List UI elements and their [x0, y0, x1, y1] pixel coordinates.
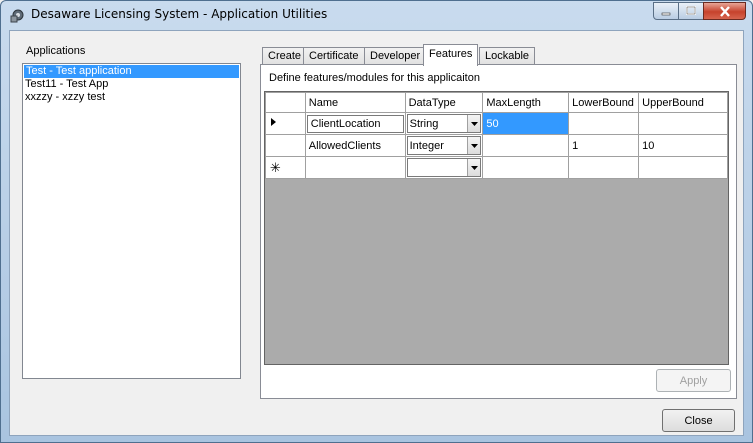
- tab-certificate[interactable]: Certificate: [303, 47, 365, 65]
- list-item[interactable]: xxzzy - xzzy test: [23, 91, 240, 104]
- tab-developer[interactable]: Developer: [364, 47, 427, 65]
- maximize-button[interactable]: [678, 2, 704, 20]
- features-description: Define features/modules for this applica…: [269, 72, 480, 84]
- column-header-upperbound[interactable]: UpperBound: [638, 92, 728, 113]
- features-panel: Define features/modules for this applica…: [260, 64, 737, 399]
- cell-datatype[interactable]: Integer: [404, 134, 484, 157]
- applications-label: Applications: [26, 45, 86, 57]
- dropdown-arrow-icon[interactable]: [467, 159, 481, 176]
- column-header-datatype[interactable]: DataType: [404, 92, 484, 113]
- maximize-icon: [686, 6, 696, 15]
- cell-name[interactable]: [304, 156, 406, 179]
- cell-upperbound[interactable]: [638, 112, 728, 135]
- tab-create[interactable]: Create: [262, 47, 308, 65]
- cell-name[interactable]: AllowedClients: [304, 134, 406, 157]
- features-grid[interactable]: Name DataType MaxLength LowerBound Upper…: [264, 91, 729, 365]
- dropdown-arrow-icon[interactable]: [467, 137, 481, 154]
- datatype-combobox[interactable]: Integer: [406, 136, 482, 155]
- client-area: Applications Test - Test application Tes…: [9, 30, 744, 436]
- list-item[interactable]: Test11 - Test App: [23, 78, 240, 91]
- title-bar[interactable]: Desaware Licensing System - Application …: [1, 1, 752, 29]
- minimize-icon: [661, 12, 671, 16]
- list-item[interactable]: Test - Test application: [24, 65, 239, 78]
- grid-corner-header[interactable]: [265, 92, 306, 113]
- dropdown-arrow-icon[interactable]: [467, 115, 481, 132]
- datatype-combobox[interactable]: [406, 158, 482, 177]
- application-window: Desaware Licensing System - Application …: [0, 0, 753, 443]
- datatype-combobox[interactable]: String: [406, 114, 482, 133]
- current-row-arrow-icon: [271, 118, 276, 126]
- cell-maxlength[interactable]: [482, 156, 570, 179]
- close-button[interactable]: Close: [662, 409, 735, 432]
- column-header-name[interactable]: Name: [304, 92, 406, 113]
- table-row-new[interactable]: ✳: [265, 156, 728, 179]
- window-title: Desaware Licensing System - Application …: [31, 7, 328, 21]
- cell-datatype[interactable]: String: [404, 112, 484, 135]
- row-header[interactable]: [265, 134, 306, 157]
- column-header-lowerbound[interactable]: LowerBound: [568, 92, 640, 113]
- caption-buttons: [653, 2, 746, 20]
- lock-gear-icon: [9, 7, 25, 23]
- close-icon: [719, 5, 730, 17]
- cell-datatype[interactable]: [404, 156, 484, 179]
- close-window-button[interactable]: [703, 2, 746, 20]
- row-header[interactable]: [265, 112, 306, 135]
- tab-lockable[interactable]: Lockable: [479, 47, 536, 65]
- name-editor[interactable]: ClientLocation: [306, 114, 404, 133]
- apply-button[interactable]: Apply: [656, 369, 731, 392]
- table-row[interactable]: AllowedClients Integer 1 10: [265, 134, 728, 157]
- cell-name[interactable]: ClientLocation: [304, 112, 406, 135]
- table-row[interactable]: ClientLocation String 50: [265, 112, 728, 135]
- datatype-value: Integer: [409, 139, 444, 152]
- datatype-value: String: [409, 117, 439, 130]
- grid-header-row: Name DataType MaxLength LowerBound Upper…: [265, 92, 728, 113]
- cell-lowerbound[interactable]: [568, 156, 640, 179]
- column-header-maxlength[interactable]: MaxLength: [482, 92, 570, 113]
- minimize-button[interactable]: [653, 2, 679, 20]
- new-row-icon[interactable]: ✳: [265, 156, 306, 179]
- cell-upperbound[interactable]: 10: [638, 134, 728, 157]
- cell-lowerbound[interactable]: 1: [568, 134, 640, 157]
- tab-features[interactable]: Features: [423, 44, 479, 66]
- cell-lowerbound[interactable]: [568, 112, 640, 135]
- applications-list[interactable]: Test - Test application Test11 - Test Ap…: [22, 63, 241, 379]
- cell-maxlength[interactable]: 50: [482, 112, 570, 135]
- cell-maxlength[interactable]: [482, 134, 570, 157]
- cell-upperbound[interactable]: [638, 156, 728, 179]
